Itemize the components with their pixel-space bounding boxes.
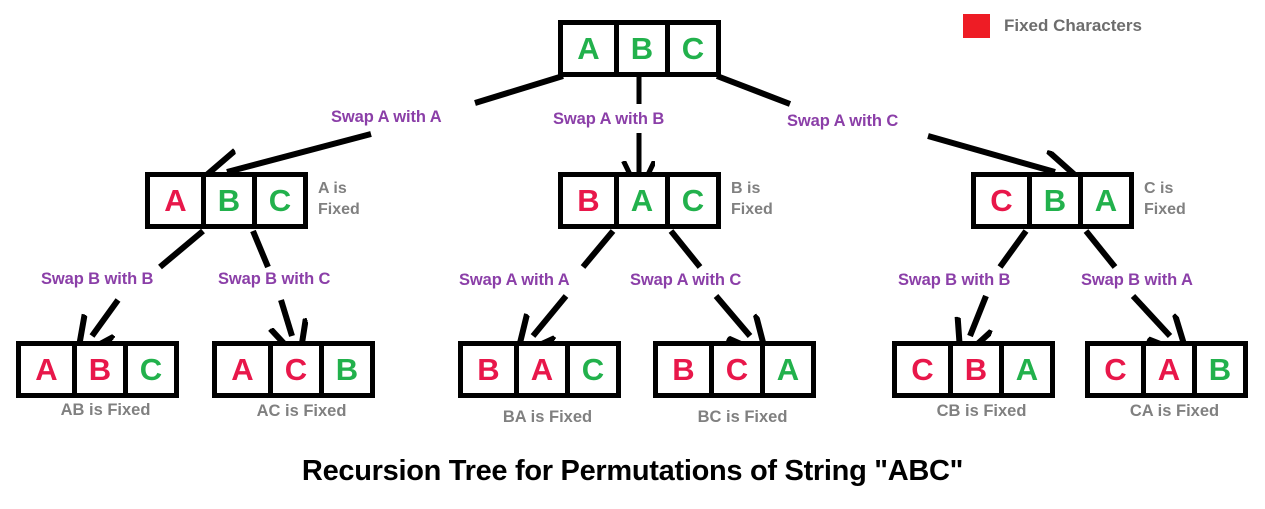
under-label-ab-is-fixed: AB is Fixed (60, 401, 151, 419)
edge-c-to-ca (1083, 229, 1118, 269)
side-label-c-is-fixed: C is Fixed (1144, 180, 1186, 218)
node-bc-fixed-cell-0: B (658, 346, 709, 393)
node-ba-fixed-cell-1: A (514, 346, 565, 393)
recursion-tree-diagram: A B C A B C A is Fixed B A C B is Fixed … (0, 0, 1265, 509)
edge-a-to-ab-tail (92, 298, 121, 336)
edge-b-to-ba (580, 229, 616, 269)
side-label-b-is-fixed: B is Fixed (731, 180, 773, 218)
node-ca-fixed-cell-2: B (1192, 346, 1243, 393)
under-label-ca-is-fixed: CA is Fixed (1129, 402, 1220, 420)
node-ab-fixed[interactable]: A B C (16, 341, 179, 398)
edge-c-to-cb-tail (970, 294, 986, 336)
node-bc-fixed[interactable]: B C A (653, 341, 816, 398)
node-bc-fixed-cell-2: A (760, 346, 811, 393)
node-c-fixed-cell-2: A (1078, 177, 1129, 224)
edge-label-swap-b-with-b-left: Swap B with B (41, 270, 154, 288)
node-ba-fixed-cell-0: B (463, 346, 514, 393)
node-cb-fixed[interactable]: C B A (892, 341, 1055, 398)
edge-label-swap-b-with-c: Swap B with C (218, 270, 331, 288)
side-label-a-is-fixed: A is Fixed (318, 180, 360, 218)
node-c-fixed-cell-0: C (976, 177, 1027, 224)
node-root-cell-1: B (614, 25, 665, 72)
edge-b-to-ba-tail (533, 294, 569, 336)
under-label-cb-is-fixed: CB is Fixed (936, 402, 1027, 420)
node-root-cell-0: A (563, 25, 614, 72)
node-ab-fixed-cell-2: C (123, 346, 174, 393)
node-ac-fixed-cell-2: B (319, 346, 370, 393)
edge-b-to-bc (668, 229, 703, 269)
edge-label-swap-a-with-b: Swap A with B (553, 110, 665, 128)
node-a-fixed-cell-1: B (201, 177, 252, 224)
edge-label-swap-a-with-a: Swap A with A (331, 108, 442, 126)
node-ca-fixed-cell-1: A (1141, 346, 1192, 393)
edge-label-swap-b-with-b-right: Swap B with B (898, 271, 1011, 289)
node-bc-fixed-cell-1: C (709, 346, 760, 393)
node-cb-fixed-cell-1: B (948, 346, 999, 393)
edge-a-to-ac-tail (281, 299, 292, 336)
node-c-fixed-cell-1: B (1027, 177, 1078, 224)
edge-root-to-a-tail (227, 131, 372, 172)
edge-label-swap-a-with-c-mid: Swap A with C (630, 271, 742, 289)
red-square-icon (963, 14, 990, 38)
edge-root-to-c-tail (927, 133, 1055, 172)
node-ca-fixed[interactable]: C A B (1085, 341, 1248, 398)
node-b-fixed-cell-0: B (563, 177, 614, 224)
edge-label-swap-a-with-c: Swap A with C (787, 112, 899, 130)
node-ac-fixed-cell-1: C (268, 346, 319, 393)
edge-label-swap-a-with-a-mid: Swap A with A (459, 271, 570, 289)
node-a-fixed[interactable]: A B C (145, 172, 308, 229)
node-cb-fixed-cell-0: C (897, 346, 948, 393)
node-cb-fixed-cell-2: A (999, 346, 1050, 393)
node-ba-fixed-cell-2: C (565, 346, 616, 393)
edge-label-swap-b-with-a: Swap B with A (1081, 271, 1193, 289)
node-b-fixed[interactable]: B A C (558, 172, 721, 229)
node-a-fixed-cell-0: A (150, 177, 201, 224)
node-ba-fixed[interactable]: B A C (458, 341, 621, 398)
node-ac-fixed-cell-0: A (217, 346, 268, 393)
node-ab-fixed-cell-1: B (72, 346, 123, 393)
edge-c-to-cb (997, 229, 1029, 269)
under-label-bc-is-fixed: BC is Fixed (697, 408, 788, 426)
node-root[interactable]: A B C (558, 20, 721, 77)
legend-label: Fixed Characters (1004, 16, 1142, 35)
edge-a-to-ac (250, 229, 271, 269)
page-title: Recursion Tree for Permutations of Strin… (301, 455, 964, 487)
node-b-fixed-cell-1: A (614, 177, 665, 224)
edge-b-to-bc-tail (713, 294, 750, 336)
under-label-ba-is-fixed: BA is Fixed (502, 408, 593, 426)
edge-c-to-ca-tail (1130, 293, 1170, 336)
node-ac-fixed[interactable]: A C B (212, 341, 375, 398)
node-ca-fixed-cell-0: C (1090, 346, 1141, 393)
edge-a-to-ab (158, 228, 205, 270)
edge-root-to-a (474, 73, 564, 106)
node-ab-fixed-cell-0: A (21, 346, 72, 393)
edge-root-to-c (715, 73, 792, 107)
node-b-fixed-cell-2: C (665, 177, 716, 224)
node-root-cell-2: C (665, 25, 716, 72)
node-a-fixed-cell-2: C (252, 177, 303, 224)
legend: Fixed Characters (963, 14, 1142, 38)
node-c-fixed[interactable]: C B A (971, 172, 1134, 229)
under-label-ac-is-fixed: AC is Fixed (256, 402, 347, 420)
